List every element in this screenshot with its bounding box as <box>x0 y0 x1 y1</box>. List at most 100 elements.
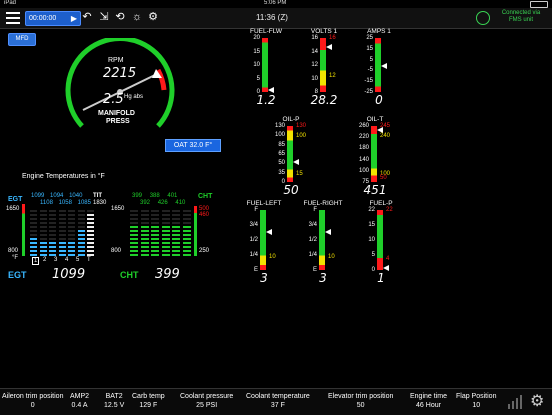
egt-column <box>77 208 85 256</box>
bottom-item[interactable]: Coolant temperature 37 F <box>246 392 310 410</box>
cht-segment <box>130 226 138 228</box>
volts-tick: 16 <box>311 35 318 41</box>
fuel-p-tick: 22 <box>368 207 375 213</box>
cht-segment <box>172 214 180 216</box>
mfd-button[interactable]: MFD <box>8 33 36 46</box>
egt-cyl2-value: 1108 <box>40 200 53 206</box>
oil-t-tick: 260 <box>358 123 369 129</box>
oil-t-title: OIL-T <box>366 116 384 123</box>
cht-segment <box>182 238 191 240</box>
oil-t-tick: 140 <box>358 156 369 163</box>
brightness-icon[interactable]: ☼ <box>130 10 144 25</box>
tit-value: 1830 <box>93 200 107 206</box>
egt-segment <box>30 226 37 228</box>
engine-temps-title: Engine Temperatures in °F <box>22 173 105 180</box>
fuel-flw-pointer <box>268 86 274 93</box>
cht-segment <box>172 246 180 248</box>
cylinder-label: 3 <box>54 257 58 263</box>
egt-scale-top: 1650 <box>6 206 20 212</box>
egt-column <box>58 208 66 256</box>
egt-segment <box>87 254 94 256</box>
egt-cyl4-value: 1058 <box>58 200 72 206</box>
cht-segment <box>130 242 138 244</box>
egt-segment <box>87 242 94 244</box>
bottom-item[interactable]: Coolant pressure 25 PSI <box>180 392 233 410</box>
bottom-item-value: 37 F <box>270 402 285 409</box>
egt-segment <box>58 242 66 244</box>
egt-segment <box>39 214 47 216</box>
egt-segment <box>39 234 47 236</box>
cht-segment <box>182 254 191 256</box>
cht-segment <box>172 234 180 236</box>
gear-icon[interactable]: ⚙ <box>530 391 544 411</box>
cht-segment <box>172 250 180 252</box>
egt-segment <box>58 238 66 240</box>
cht-cyl6-value: 410 <box>175 200 186 206</box>
bottom-item-label: Flap Position <box>456 393 497 400</box>
menu-icon[interactable] <box>6 12 20 24</box>
bottom-item-value: 25 PSI <box>196 402 218 409</box>
undo-icon[interactable]: ↶ <box>80 10 94 25</box>
cht-segment <box>130 210 138 212</box>
bottom-item[interactable]: Elevator trim position 50 <box>328 392 393 410</box>
egt-segment <box>49 222 56 224</box>
cht-segment <box>151 242 159 244</box>
egt-segment <box>77 218 85 220</box>
cht-cyl3-value: 388 <box>149 193 160 199</box>
bottom-item[interactable]: Engine time 46 Hour <box>410 392 447 410</box>
bottom-item[interactable]: BAT2 12.5 V <box>104 392 124 410</box>
timer-widget[interactable]: 00:00:00 ▶ <box>25 11 81 26</box>
bottom-item[interactable]: Aileron trim position 0 <box>2 392 63 410</box>
oat-readout[interactable]: OAT 32.0 F° <box>165 139 221 152</box>
play-icon[interactable]: ▶ <box>71 12 77 25</box>
fuel-p-mark: 22 <box>386 207 393 213</box>
cht-scale-bar <box>194 206 197 256</box>
fuel-p-tick: 5 <box>371 252 375 258</box>
egt-segment <box>49 218 56 220</box>
egt-segment <box>30 234 37 236</box>
bottom-item[interactable]: Flap Position 10 <box>456 392 496 410</box>
cht-segment <box>161 234 170 236</box>
export-icon[interactable]: ⇲ <box>97 10 111 25</box>
cht-label: CHT <box>198 193 213 200</box>
cht-segment <box>151 250 159 252</box>
egt-segment <box>77 222 85 224</box>
cht-segment <box>130 222 138 224</box>
status-bar: iPad 5:06 PM <box>0 0 552 8</box>
cht-segment <box>140 250 149 252</box>
oil-t-tick: 180 <box>358 145 369 152</box>
stats-icon[interactable] <box>507 394 523 410</box>
bottom-item[interactable]: Carb temp 129 F <box>132 392 165 410</box>
egt-values-row1: 1099 1094 1040 <box>31 193 101 199</box>
bottom-item-label: Elevator trim position <box>328 393 394 400</box>
oil-p-tick: 130 <box>274 123 285 129</box>
settings-icon[interactable]: ⚙ <box>146 10 160 25</box>
cht-segment <box>151 226 159 228</box>
bottom-item[interactable]: AMP2 0.4 A <box>70 392 89 410</box>
connection-line2: FMS unit <box>508 17 533 23</box>
egt-segment <box>87 230 94 232</box>
egt-segment <box>77 246 85 248</box>
fuel-p-tick: 10 <box>368 237 375 243</box>
bottom-item-value: 129 F <box>139 402 158 409</box>
cht-segment <box>161 254 170 256</box>
mp-label-1: MANIFOLD <box>98 110 135 117</box>
egt-segment <box>87 234 94 236</box>
egt-segment <box>30 230 37 232</box>
cht-segment <box>172 238 180 240</box>
cht-column <box>172 208 180 256</box>
egt-column <box>87 208 94 256</box>
fuel-p-tick: 15 <box>368 222 375 228</box>
fuel-p-value: 1 <box>377 271 385 285</box>
cht-column <box>161 208 170 256</box>
egt-segment <box>39 210 47 212</box>
oil-p-pointer <box>293 158 299 165</box>
egt-segment <box>39 242 47 244</box>
fuel-right-value: 3 <box>319 271 327 285</box>
fuel-flw-tick: 5 <box>256 75 260 82</box>
cht-segment <box>151 238 159 240</box>
rpm-redline-arc <box>155 68 167 91</box>
volts-title: VOLTS 1 <box>310 28 338 35</box>
sync-icon[interactable]: ⟲ <box>113 10 127 25</box>
egt-segment <box>49 230 56 232</box>
